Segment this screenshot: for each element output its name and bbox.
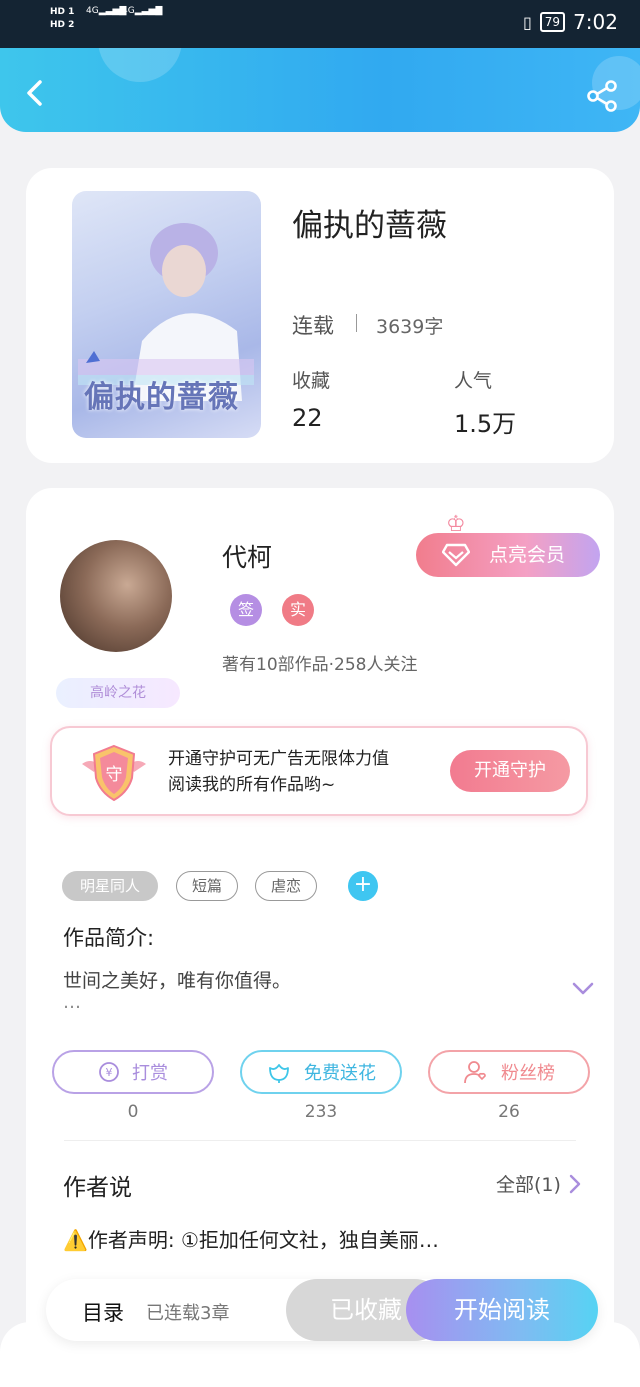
popularity-label: 人气 xyxy=(454,370,493,392)
hd-label: HD xyxy=(50,20,66,30)
vibrate-icon: ▯ xyxy=(522,12,532,32)
fan-count: 26 xyxy=(498,1102,520,1122)
reward-count: 0 xyxy=(127,1102,139,1122)
chapter-count: 已连载3章 xyxy=(146,1303,230,1324)
network-label: 4G xyxy=(122,6,135,16)
network-label: 4G xyxy=(86,6,99,16)
bottom-action-bar: 目录 已连载3章 已收藏 开始阅读 xyxy=(46,1279,598,1341)
yuan-icon: ¥ xyxy=(99,1062,119,1082)
divider xyxy=(64,1140,576,1141)
author-meta: 著有10部作品·258人关注 xyxy=(222,655,418,675)
reward-button[interactable]: ¥ 打赏 xyxy=(52,1050,214,1094)
author-says-title: 作者说 xyxy=(63,1175,132,1201)
chevron-right-icon xyxy=(569,1174,581,1193)
top-header xyxy=(0,48,640,132)
share-icon[interactable] xyxy=(584,78,620,114)
book-info-card: 偏执的蔷薇 偏执的蔷薇 连载 3639字 收藏 22 人气 1.5万 xyxy=(26,168,614,463)
send-flower-label: 免费送花 xyxy=(304,1063,376,1084)
back-icon[interactable] xyxy=(18,76,52,110)
flower-count: 233 xyxy=(304,1102,338,1122)
author-name[interactable]: 代柯 xyxy=(222,538,272,574)
tag-item[interactable]: 明星同人 xyxy=(62,871,158,901)
guard-shield-char: 守 xyxy=(106,765,123,785)
fan-rank-button[interactable]: 粉丝榜 xyxy=(428,1050,590,1094)
fan-rank-label: 粉丝榜 xyxy=(501,1063,555,1084)
cover-title: 偏执的蔷薇 xyxy=(84,380,239,415)
tag-item[interactable]: 虐恋 xyxy=(255,871,317,901)
favorites-value: 22 xyxy=(292,404,323,432)
diamond-icon xyxy=(442,543,470,567)
add-tag-button[interactable]: + xyxy=(348,871,378,901)
intro-text: 世间之美好，唯有你值得。 xyxy=(63,970,292,992)
open-guard-button[interactable]: 开通守护 xyxy=(450,750,570,792)
author-avatar[interactable] xyxy=(60,540,172,652)
signed-badge: 签 xyxy=(230,594,262,626)
send-flower-button[interactable]: 免费送花 xyxy=(240,1050,402,1094)
author-says-text[interactable]: ⚠️作者声明: ①拒加任何文社，独自美丽… xyxy=(63,1224,439,1253)
book-cover[interactable]: 偏执的蔷薇 xyxy=(72,191,261,438)
verified-badge: 实 xyxy=(282,594,314,626)
intro-ellipsis: … xyxy=(63,992,81,1013)
favorites-label: 收藏 xyxy=(292,370,331,392)
chevron-down-icon[interactable] xyxy=(572,982,594,996)
flower-icon xyxy=(269,1064,289,1083)
divider xyxy=(356,314,357,332)
vip-button-label: 点亮会员 xyxy=(489,544,566,566)
guard-description: 开通守护可无广告无限体力值 阅读我的所有作品哟~ xyxy=(168,746,389,798)
author-title-tag: 高岭之花 xyxy=(56,678,180,708)
status-bar: HD 1 HD 2 4G▂▃▅▇ 4G▂▃▅▇ ▯ 79 7:02 xyxy=(0,0,640,48)
sim-number: 2 xyxy=(68,20,75,30)
author-card: 代柯 签 实 著有10部作品·258人关注 高岭之花 ♔ 点亮会员 守 开通守护… xyxy=(26,488,614,1387)
author-says-all-label: 全部(1) xyxy=(496,1174,561,1196)
sim-number: 1 xyxy=(68,7,75,17)
user-heart-icon xyxy=(464,1061,486,1084)
hd-label: HD xyxy=(50,7,66,17)
guard-banner: 守 开通守护可无广告无限体力值 阅读我的所有作品哟~ 开通守护 xyxy=(50,726,588,816)
guard-shield-icon: 守 xyxy=(82,744,146,802)
tag-item[interactable]: 短篇 xyxy=(176,871,238,901)
sim-indicators: HD 1 HD 2 xyxy=(50,6,74,32)
vip-button[interactable]: 点亮会员 xyxy=(416,533,600,577)
clock: 7:02 xyxy=(573,10,618,34)
signal-icon: 4G▂▃▅▇ xyxy=(86,6,127,16)
decor-bubble xyxy=(98,48,182,82)
toc-button[interactable]: 目录 xyxy=(82,1297,124,1327)
reward-label: 打赏 xyxy=(132,1063,168,1084)
battery-icon: 79 xyxy=(539,12,566,32)
guard-line-2: 阅读我的所有作品哟~ xyxy=(168,775,336,795)
intro-label: 作品简介: xyxy=(63,926,155,950)
start-reading-button[interactable]: 开始阅读 xyxy=(406,1279,598,1341)
guard-line-1: 开通守护可无广告无限体力值 xyxy=(168,749,389,769)
popularity-value: 1.5万 xyxy=(454,410,517,438)
author-says-all-link[interactable]: 全部(1) xyxy=(496,1170,581,1197)
book-title: 偏执的蔷薇 xyxy=(292,208,447,244)
signal-icon: 4G▂▃▅▇ xyxy=(122,6,163,16)
book-status: 连载 xyxy=(292,314,334,338)
word-count: 3639字 xyxy=(376,316,444,338)
svg-text:¥: ¥ xyxy=(106,1066,113,1079)
